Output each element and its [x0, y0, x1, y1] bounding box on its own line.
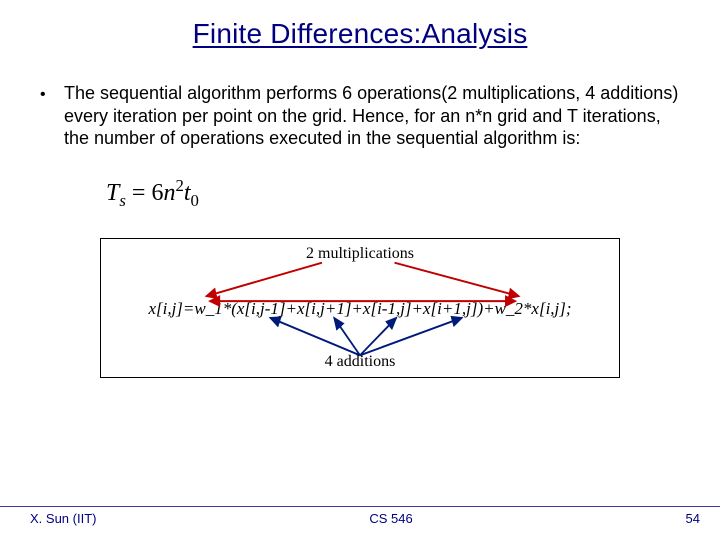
- footer: X. Sun (IIT) CS 546 54: [0, 506, 720, 530]
- bullet-dot: •: [40, 82, 64, 104]
- formula-n: n: [163, 180, 175, 206]
- formula-t-sub: 0: [191, 190, 199, 209]
- multiplication-label: 2 multiplications: [306, 245, 414, 263]
- formula: Ts = 6n2t0: [106, 180, 199, 206]
- formula-t: t: [184, 180, 191, 206]
- code-expression: x[i,j]=w_1*(x[i,j-1]+x[i,j+1]+x[i-1,j]+x…: [101, 299, 619, 319]
- footer-course: CS 546: [369, 511, 412, 526]
- slide-title: Finite Differences:Analysis: [193, 18, 528, 50]
- formula-coef: 6: [151, 180, 163, 206]
- formula-n-sup: 2: [175, 176, 183, 195]
- bullet-item: • The sequential algorithm performs 6 op…: [40, 82, 680, 150]
- footer-author: X. Sun (IIT): [30, 511, 96, 526]
- bullet-text: The sequential algorithm performs 6 oper…: [64, 82, 680, 150]
- footer-page-number: 54: [686, 511, 700, 526]
- formula-eq: =: [126, 180, 152, 206]
- diagram-box: 2 multiplications x[i,j]=w_1*(x[i,j-1]+x…: [100, 238, 620, 378]
- formula-T: T: [106, 180, 119, 206]
- addition-label: 4 additions: [325, 353, 396, 371]
